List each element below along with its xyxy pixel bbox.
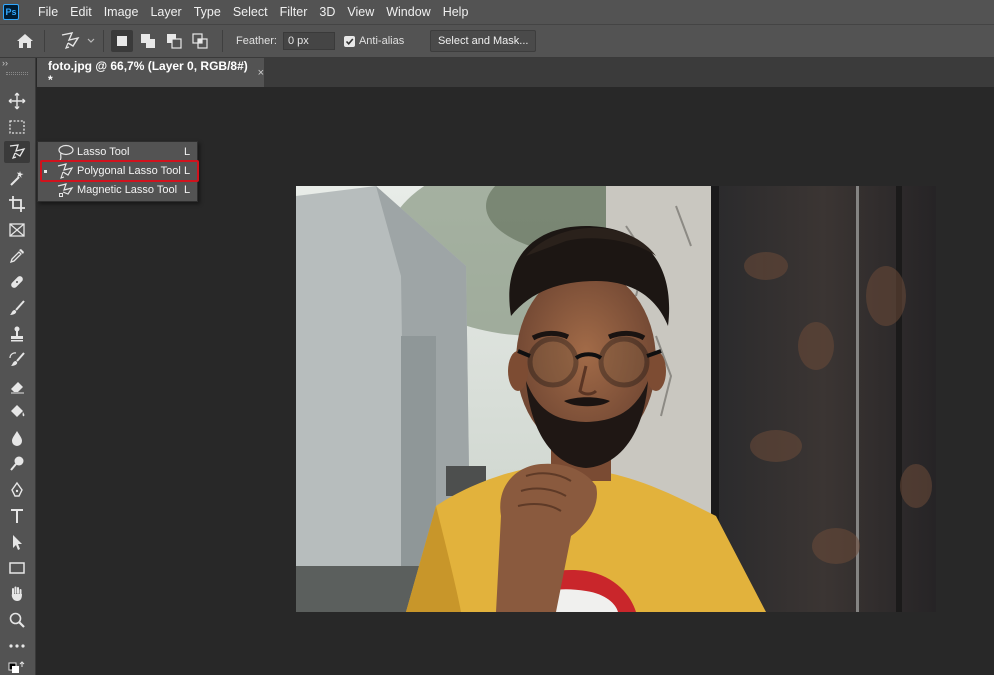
rectangle-tool[interactable] bbox=[4, 557, 30, 579]
antialias-label: Anti-alias bbox=[358, 35, 405, 47]
rectangular-marquee-icon bbox=[9, 120, 25, 134]
photoshop-logo-icon: Ps bbox=[3, 4, 19, 20]
swap-colors-icon bbox=[8, 661, 25, 673]
paint-bucket-tool[interactable] bbox=[4, 401, 30, 423]
add-to-selection-button[interactable] bbox=[137, 30, 159, 52]
intersect-selection-button[interactable] bbox=[189, 30, 211, 52]
intersect-selection-icon bbox=[192, 33, 208, 49]
document-tab[interactable]: foto.jpg @ 66,7% (Layer 0, RGB/8#) * × bbox=[37, 58, 264, 87]
brush-icon bbox=[10, 300, 25, 315]
menu-3d[interactable]: 3D bbox=[313, 0, 341, 24]
brush-tool[interactable] bbox=[4, 297, 30, 319]
marquee-tool[interactable] bbox=[4, 116, 30, 138]
type-icon bbox=[11, 509, 23, 523]
new-selection-icon bbox=[117, 36, 127, 46]
chevron-down-icon bbox=[87, 38, 95, 43]
feather-input[interactable]: 0 px bbox=[282, 32, 335, 50]
clone-stamp-tool[interactable] bbox=[4, 323, 30, 345]
document-tab-bar: foto.jpg @ 66,7% (Layer 0, RGB/8#) * × bbox=[37, 58, 994, 87]
frame-tool[interactable] bbox=[4, 219, 30, 241]
zoom-tool[interactable] bbox=[4, 609, 30, 631]
eraser-icon bbox=[11, 382, 24, 394]
flyout-item-label: Magnetic Lasso Tool bbox=[77, 184, 178, 196]
dodge-icon bbox=[10, 456, 24, 471]
healing-tool[interactable] bbox=[4, 271, 30, 293]
crop-icon bbox=[9, 196, 25, 212]
menu-window[interactable]: Window bbox=[380, 0, 436, 24]
type-tool[interactable] bbox=[4, 505, 30, 527]
add-selection-icon bbox=[141, 34, 155, 48]
tools-panel: ›› bbox=[0, 58, 36, 675]
options-divider bbox=[103, 30, 104, 52]
flyout-item-label: Lasso Tool bbox=[77, 146, 130, 158]
menu-edit[interactable]: Edit bbox=[64, 0, 98, 24]
document-tab-title: foto.jpg @ 66,7% (Layer 0, RGB/8#) * bbox=[48, 58, 248, 87]
droplet-icon bbox=[12, 431, 22, 446]
flyout-item-shortcut: L bbox=[184, 184, 191, 196]
crop-tool[interactable] bbox=[4, 193, 30, 215]
new-selection-button[interactable] bbox=[111, 30, 133, 52]
select-and-mask-button[interactable]: Select and Mask... bbox=[430, 30, 537, 52]
eyedropper-tool[interactable] bbox=[4, 245, 30, 267]
options-divider bbox=[44, 30, 45, 52]
eraser-tool[interactable] bbox=[4, 375, 30, 397]
eyedropper-icon bbox=[9, 249, 24, 264]
magnetic-lasso-icon bbox=[57, 183, 74, 197]
history-brush-icon bbox=[9, 352, 25, 366]
menu-image[interactable]: Image bbox=[98, 0, 145, 24]
feather-label: Feather: bbox=[236, 35, 277, 47]
paint-bucket-icon bbox=[11, 405, 25, 417]
flyout-item-shortcut: L bbox=[184, 146, 191, 158]
arrow-cursor-icon bbox=[13, 535, 22, 550]
polygonal-lasso-icon bbox=[9, 144, 26, 159]
portrait-photo bbox=[296, 186, 936, 612]
annotation-highlight-box bbox=[40, 160, 199, 182]
rectangle-icon bbox=[9, 562, 25, 574]
magic-wand-icon bbox=[10, 171, 24, 186]
menu-layer[interactable]: Layer bbox=[144, 0, 187, 24]
path-selection-tool[interactable] bbox=[4, 531, 30, 553]
lasso-icon bbox=[58, 144, 74, 161]
checkmark-icon bbox=[345, 37, 354, 45]
options-bar: Feather: 0 px Anti-alias Select and Mask… bbox=[0, 24, 994, 58]
zoom-icon bbox=[9, 612, 25, 628]
menu-select[interactable]: Select bbox=[227, 0, 274, 24]
more-icon bbox=[9, 644, 25, 648]
pen-tool[interactable] bbox=[4, 479, 30, 501]
menu-view[interactable]: View bbox=[341, 0, 380, 24]
dodge-tool[interactable] bbox=[4, 453, 30, 475]
flyout-item-magnetic-lasso-tool[interactable]: Magnetic Lasso Tool L bbox=[38, 181, 197, 200]
menu-type[interactable]: Type bbox=[188, 0, 227, 24]
panel-grip[interactable] bbox=[6, 72, 28, 75]
subtract-selection-icon bbox=[167, 34, 182, 49]
home-icon bbox=[17, 34, 33, 48]
menu-bar: Ps File Edit Image Layer Type Select Fil… bbox=[0, 0, 994, 24]
menu-help[interactable]: Help bbox=[437, 0, 475, 24]
magic-wand-tool[interactable] bbox=[4, 167, 30, 189]
menu-filter[interactable]: Filter bbox=[274, 0, 314, 24]
document-canvas-image[interactable] bbox=[296, 186, 936, 612]
menu-file[interactable]: File bbox=[32, 0, 64, 24]
color-swatches[interactable] bbox=[4, 660, 30, 675]
polygonal-lasso-icon bbox=[61, 32, 80, 49]
bandage-icon bbox=[11, 276, 23, 288]
hand-tool[interactable] bbox=[4, 583, 30, 605]
subtract-from-selection-button[interactable] bbox=[163, 30, 185, 52]
collapse-panel-icon[interactable]: ›› bbox=[2, 58, 8, 68]
pen-icon bbox=[11, 481, 23, 497]
options-divider bbox=[222, 30, 223, 52]
home-button[interactable] bbox=[13, 29, 37, 53]
frame-icon bbox=[9, 223, 25, 237]
lasso-tool[interactable] bbox=[4, 141, 30, 163]
tool-preset-picker[interactable] bbox=[60, 31, 96, 51]
hand-icon bbox=[11, 586, 22, 601]
blur-tool[interactable] bbox=[4, 427, 30, 449]
close-icon[interactable]: × bbox=[258, 67, 264, 79]
edit-toolbar-button[interactable] bbox=[4, 635, 30, 657]
move-icon bbox=[8, 92, 26, 110]
stamp-icon bbox=[11, 326, 23, 342]
history-brush-tool[interactable] bbox=[4, 349, 30, 371]
move-tool[interactable] bbox=[4, 90, 30, 112]
antialias-checkbox[interactable] bbox=[343, 35, 355, 47]
